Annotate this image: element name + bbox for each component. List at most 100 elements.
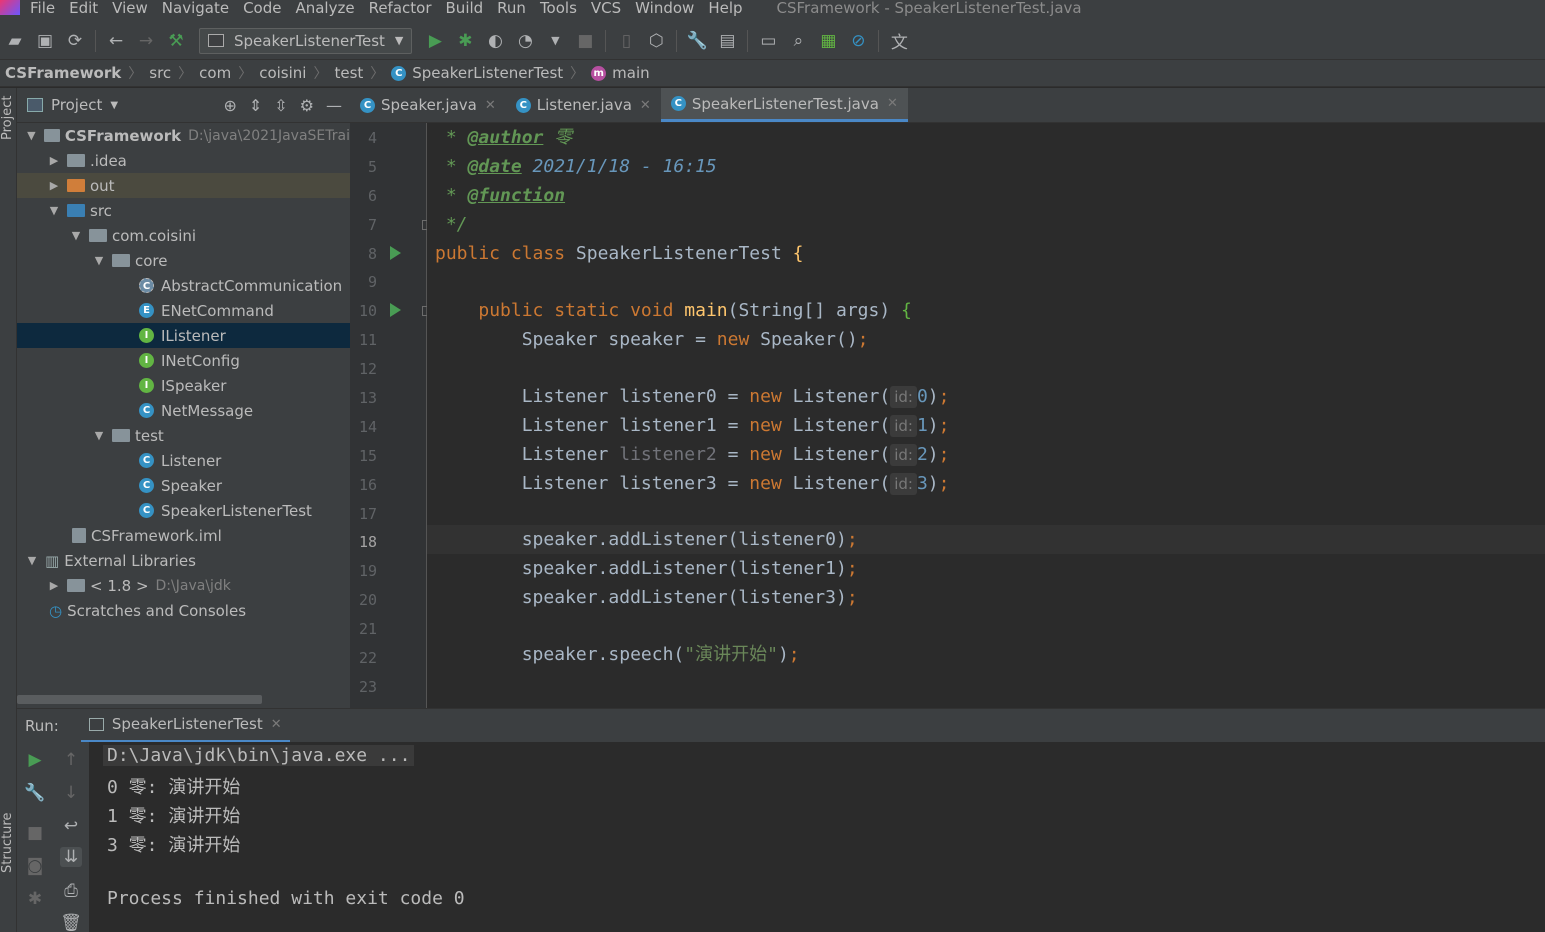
project-structure-icon[interactable]: ▤ (716, 30, 738, 52)
coverage-icon[interactable]: ◐ (484, 30, 506, 52)
close-icon[interactable]: ✕ (485, 98, 496, 113)
code-editor[interactable]: * @author 零 * @date 2021/1/18 - 16:15 * … (427, 123, 1545, 708)
tree-node-scratches[interactable]: ◷ Scratches and Consoles (17, 598, 350, 623)
tree-node-jdk[interactable]: ▶ < 1.8 > D:\Java\jdk (17, 573, 350, 598)
wrench-icon[interactable]: 🔧 (24, 783, 46, 803)
minimize-icon[interactable]: — (326, 96, 342, 115)
tree-node-test[interactable]: ▼ test (17, 423, 350, 448)
terminal-icon[interactable]: ▭ (757, 30, 779, 52)
tree-node-file[interactable]: I ISpeaker (17, 373, 350, 398)
camera-icon[interactable]: ◙ (24, 856, 46, 876)
breadcrumb-src[interactable]: src (149, 64, 171, 82)
tree-node-src[interactable]: ▼ src (17, 198, 350, 223)
close-icon[interactable]: ✕ (887, 96, 898, 111)
breadcrumb-coisini[interactable]: coisini (259, 64, 306, 82)
sync-icon[interactable]: ⟳ (64, 30, 86, 52)
chevron-down-icon[interactable]: ▼ (25, 129, 38, 142)
stop-icon[interactable]: ■ (574, 30, 596, 52)
tree-node-file-selected[interactable]: I IListener (17, 323, 350, 348)
tree-node-package[interactable]: ▼ com.coisini (17, 223, 350, 248)
arrow-down-icon[interactable]: ↓ (60, 783, 82, 803)
tree-node-project-root[interactable]: ▼ CSFramework D:\java\2021JavaSETrai (17, 123, 350, 148)
chevron-right-icon[interactable]: ▶ (47, 154, 61, 167)
settings-icon[interactable]: ✱ (24, 889, 46, 909)
chevron-down-icon[interactable]: ▼ (47, 204, 61, 217)
save-icon[interactable]: ▣ (34, 30, 56, 52)
breadcrumb-com[interactable]: com (199, 64, 231, 82)
tree-node-file[interactable]: I INetConfig (17, 348, 350, 373)
tree-node-out[interactable]: ▶ out (17, 173, 350, 198)
run-icon[interactable]: ▶ (424, 30, 446, 52)
chevron-down-icon[interactable]: ▼ (110, 100, 118, 111)
menu-file[interactable]: File (30, 0, 55, 17)
more-run-icon[interactable]: ▼ (544, 30, 566, 52)
breadcrumb-project[interactable]: CSFramework (5, 64, 121, 82)
menu-help[interactable]: Help (708, 0, 742, 17)
close-icon[interactable]: ✕ (271, 717, 282, 732)
chevron-down-icon[interactable]: ▼ (69, 229, 83, 242)
sdk-icon[interactable]: ⬡ (645, 30, 667, 52)
back-icon[interactable]: ← (105, 30, 127, 52)
print-icon[interactable]: ⎙ (60, 881, 82, 901)
chevron-down-icon[interactable]: ▼ (92, 429, 106, 442)
tree-node-core[interactable]: ▼ core (17, 248, 350, 273)
locate-icon[interactable]: ⊕ (223, 96, 236, 115)
horizontal-scrollbar[interactable] (17, 695, 262, 704)
run-gutter-icon[interactable] (390, 303, 401, 317)
settings-icon[interactable]: 🔧 (686, 30, 708, 52)
tab-listener-java[interactable]: C Listener.java ✕ (506, 88, 661, 122)
soft-wrap-icon[interactable]: ↩ (60, 816, 82, 836)
translate-icon[interactable]: 文 (888, 30, 910, 53)
rerun-icon[interactable]: ▶ (24, 750, 46, 770)
structure-tool-tab[interactable]: Structure (0, 813, 15, 873)
gear-icon[interactable]: ⚙ (300, 96, 314, 115)
chevron-right-icon[interactable]: ▶ (47, 179, 61, 192)
tree-node-file[interactable]: C Speaker (17, 473, 350, 498)
menu-tools[interactable]: Tools (540, 0, 577, 17)
device-icon[interactable]: ▯ (615, 30, 637, 52)
menu-run[interactable]: Run (497, 0, 526, 17)
build-icon[interactable]: ⚒ (165, 30, 187, 52)
run-tab[interactable]: SpeakerListenerTest ✕ (80, 709, 290, 743)
search-icon[interactable]: ⌕ (787, 30, 809, 52)
trash-icon[interactable]: 🗑 (60, 913, 82, 932)
chevron-right-icon[interactable]: ▶ (47, 579, 61, 592)
menu-view[interactable]: View (112, 0, 148, 17)
menu-build[interactable]: Build (446, 0, 484, 17)
project-view-selector[interactable]: Project (51, 96, 102, 114)
chevron-down-icon[interactable]: ▼ (25, 554, 39, 567)
menu-window[interactable]: Window (635, 0, 694, 17)
monitor-icon[interactable]: ▦ (817, 30, 839, 52)
console-output[interactable]: D:\Java\jdk\bin\java.exe ... 0 零: 演讲开始 1… (89, 742, 1545, 932)
tree-node-iml[interactable]: CSFramework.iml (17, 523, 350, 548)
menu-navigate[interactable]: Navigate (162, 0, 229, 17)
chevron-down-icon[interactable]: ▼ (92, 254, 106, 267)
no-entry-icon[interactable]: ⊘ (847, 30, 869, 52)
debug-icon[interactable]: ✱ (454, 30, 476, 52)
tree-node-file[interactable]: C AbstractCommunication (17, 273, 350, 298)
tree-node-file[interactable]: E ENetCommand (17, 298, 350, 323)
tree-node-idea[interactable]: ▶ .idea (17, 148, 350, 173)
run-gutter-icon[interactable] (390, 246, 401, 260)
open-icon[interactable]: ▰ (4, 30, 26, 52)
expand-all-icon[interactable]: ⇕ (249, 96, 262, 115)
breadcrumb-class[interactable]: SpeakerListenerTest (412, 64, 563, 82)
menu-code[interactable]: Code (243, 0, 281, 17)
tree-node-file[interactable]: C NetMessage (17, 398, 350, 423)
tree-node-file[interactable]: C Listener (17, 448, 350, 473)
menu-refactor[interactable]: Refactor (369, 0, 432, 17)
stop-icon[interactable]: ■ (24, 823, 46, 843)
profile-icon[interactable]: ◔ (514, 30, 536, 52)
menu-vcs[interactable]: VCS (591, 0, 621, 17)
menu-analyze[interactable]: Analyze (295, 0, 354, 17)
scroll-to-end-icon[interactable]: ⇊ (60, 847, 82, 867)
close-icon[interactable]: ✕ (640, 98, 651, 113)
collapse-all-icon[interactable]: ⇳ (274, 96, 287, 115)
run-config-selector[interactable]: SpeakerListenerTest ▼ (199, 27, 413, 54)
tree-node-external-libraries[interactable]: ▼ ▥ External Libraries (17, 548, 350, 573)
breadcrumb-test[interactable]: test (334, 64, 363, 82)
breadcrumb-method[interactable]: main (612, 64, 649, 82)
tab-speakerlistenertest-java[interactable]: C SpeakerListenerTest.java ✕ (660, 88, 908, 122)
project-tool-tab[interactable]: Project (0, 96, 15, 140)
console-command-line[interactable]: D:\Java\jdk\bin\java.exe ... (103, 745, 415, 766)
